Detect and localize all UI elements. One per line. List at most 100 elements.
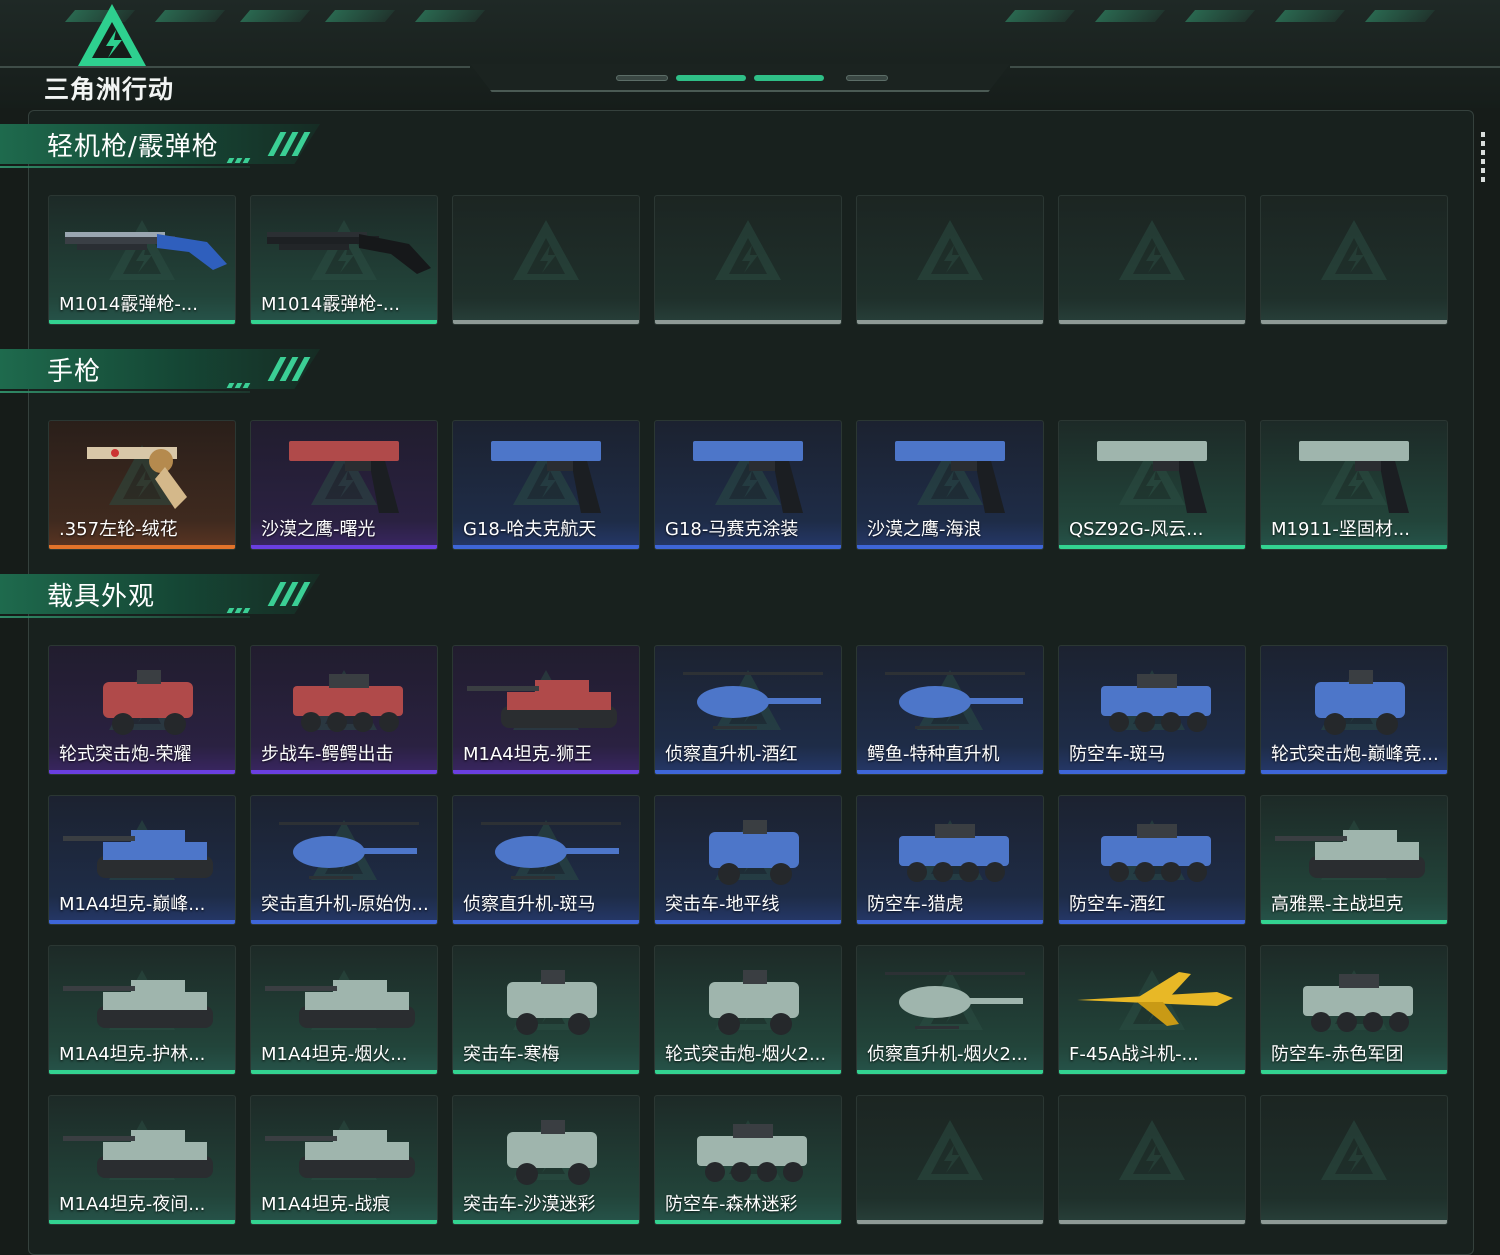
rarity-bar (453, 320, 639, 324)
skin-card[interactable]: 高雅黑-主战坦克 (1260, 795, 1448, 925)
skin-card[interactable]: 防空车-猎虎 (856, 795, 1044, 925)
rarity-bar (857, 770, 1043, 774)
skin-card[interactable]: 轮式突击炮-荣耀 (48, 645, 236, 775)
pistol-icon (1067, 427, 1239, 519)
pistol-icon (461, 427, 633, 519)
skin-name: 侦察直升机-斑马 (463, 894, 596, 915)
skin-name: 防空车-赤色军团 (1271, 1044, 1404, 1065)
skin-card[interactable]: 突击车-沙漠迷彩 (452, 1095, 640, 1225)
header-stripe (1094, 10, 1166, 22)
rarity-bar (857, 545, 1043, 549)
skin-card[interactable]: 突击车-地平线 (654, 795, 842, 925)
skin-card[interactable]: 步战车-鳄鳄出击 (250, 645, 438, 775)
skin-name: M1A4坦克-烟火... (261, 1044, 408, 1065)
empty-slot (452, 195, 640, 325)
skin-card[interactable]: 侦察直升机-斑马 (452, 795, 640, 925)
header-stripe (324, 10, 396, 22)
section-header-underline (0, 391, 250, 393)
rarity-bar (49, 320, 235, 324)
section-header: 载具外观 (0, 568, 330, 624)
header-indicator-active (676, 75, 746, 81)
skin-card[interactable]: 突击车-寒梅 (452, 945, 640, 1075)
skin-card[interactable]: QSZ92G-风云... (1058, 420, 1246, 550)
skin-name: 轮式突击炮-巅峰竞... (1271, 744, 1439, 765)
skin-card[interactable]: M1014霰弹枪-... (250, 195, 438, 325)
header-stripe (414, 10, 486, 22)
delta-logo-icon (1319, 218, 1389, 286)
armored-car-icon (663, 952, 835, 1044)
rarity-bar (453, 920, 639, 924)
header-line-right (1010, 66, 1500, 68)
skin-card[interactable]: 突击直升机-原始伪... (250, 795, 438, 925)
rarity-bar (49, 1220, 235, 1224)
rarity-bar (857, 1220, 1043, 1224)
skin-card[interactable]: 防空车-酒红 (1058, 795, 1246, 925)
skin-card[interactable]: M1A4坦克-狮王 (452, 645, 640, 775)
skin-card[interactable]: 轮式突击炮-烟火2... (654, 945, 842, 1075)
skin-card[interactable]: M1A4坦克-战痕 (250, 1095, 438, 1225)
skin-name: 防空车-斑马 (1069, 744, 1166, 765)
pistol-icon (663, 427, 835, 519)
section-title: 载具外观 (47, 582, 156, 612)
delta-logo-icon (1117, 1118, 1187, 1186)
rarity-bar (251, 770, 437, 774)
rarity-bar (655, 1070, 841, 1074)
rarity-bar (857, 920, 1043, 924)
skin-name: .357左轮-绒花 (59, 519, 178, 540)
skin-card[interactable]: M1A4坦克-巅峰... (48, 795, 236, 925)
skin-name: G18-哈夫克航天 (463, 519, 597, 540)
skin-card[interactable]: 沙漠之鹰-海浪 (856, 420, 1044, 550)
skin-name: M1A4坦克-战痕 (261, 1194, 391, 1215)
header-stripe (239, 10, 311, 22)
skin-card[interactable]: 侦察直升机-烟火2... (856, 945, 1044, 1075)
skin-card[interactable]: M1A4坦克-烟火... (250, 945, 438, 1075)
rarity-bar (1059, 920, 1245, 924)
skin-name: 突击车-沙漠迷彩 (463, 1194, 596, 1215)
skin-card[interactable]: 防空车-森林迷彩 (654, 1095, 842, 1225)
ifv-icon (1269, 952, 1441, 1044)
skin-card[interactable]: M1911-坚固材... (1260, 420, 1448, 550)
rarity-bar (453, 770, 639, 774)
skin-name: M1014霰弹枪-... (59, 294, 198, 315)
skin-name: 突击直升机-原始伪... (261, 894, 429, 915)
rarity-bar (49, 545, 235, 549)
skin-card[interactable]: 防空车-斑马 (1058, 645, 1246, 775)
skin-card[interactable]: 轮式突击炮-巅峰竞... (1260, 645, 1448, 775)
pistol-icon (1269, 427, 1441, 519)
skin-name: F-45A战斗机-... (1069, 1044, 1199, 1065)
delta-logo-icon (511, 218, 581, 286)
rarity-bar (655, 920, 841, 924)
skin-card[interactable]: M1A4坦克-护林... (48, 945, 236, 1075)
skin-card[interactable]: G18-马赛克涂装 (654, 420, 842, 550)
game-logo: 三角洲行动 (44, 2, 184, 104)
rarity-bar (49, 1070, 235, 1074)
delta-logo-icon (1117, 218, 1187, 286)
skin-name: M1911-坚固材... (1271, 519, 1410, 540)
skin-card[interactable]: 防空车-赤色军团 (1260, 945, 1448, 1075)
revolver-icon (57, 427, 229, 519)
section-title: 轻机枪/霰弹枪 (47, 132, 219, 162)
header-stripe (1004, 10, 1076, 22)
rarity-bar (1059, 320, 1245, 324)
ifv-icon (1067, 652, 1239, 744)
rarity-bar (655, 770, 841, 774)
section-title: 手枪 (47, 357, 102, 387)
header-stripe (1184, 10, 1256, 22)
skin-card[interactable]: G18-哈夫克航天 (452, 420, 640, 550)
skin-name: 防空车-猎虎 (867, 894, 964, 915)
skin-card[interactable]: 鳄鱼-特种直升机 (856, 645, 1044, 775)
tank-icon (57, 802, 229, 894)
delta-logo-icon (78, 4, 146, 66)
skin-card[interactable]: .357左轮-绒花 (48, 420, 236, 550)
scrollbar[interactable] (1481, 132, 1485, 184)
delta-logo-icon (915, 218, 985, 286)
shotgun-blue-icon (57, 202, 229, 294)
armored-car-icon (57, 652, 229, 744)
skin-card[interactable]: M1014霰弹枪-... (48, 195, 236, 325)
skin-card[interactable]: M1A4坦克-夜间... (48, 1095, 236, 1225)
skin-card[interactable]: 沙漠之鹰-曙光 (250, 420, 438, 550)
skin-card[interactable]: F-45A战斗机-... (1058, 945, 1246, 1075)
skin-card[interactable]: 侦察直升机-酒红 (654, 645, 842, 775)
empty-slot (1260, 1095, 1448, 1225)
empty-slot (856, 195, 1044, 325)
